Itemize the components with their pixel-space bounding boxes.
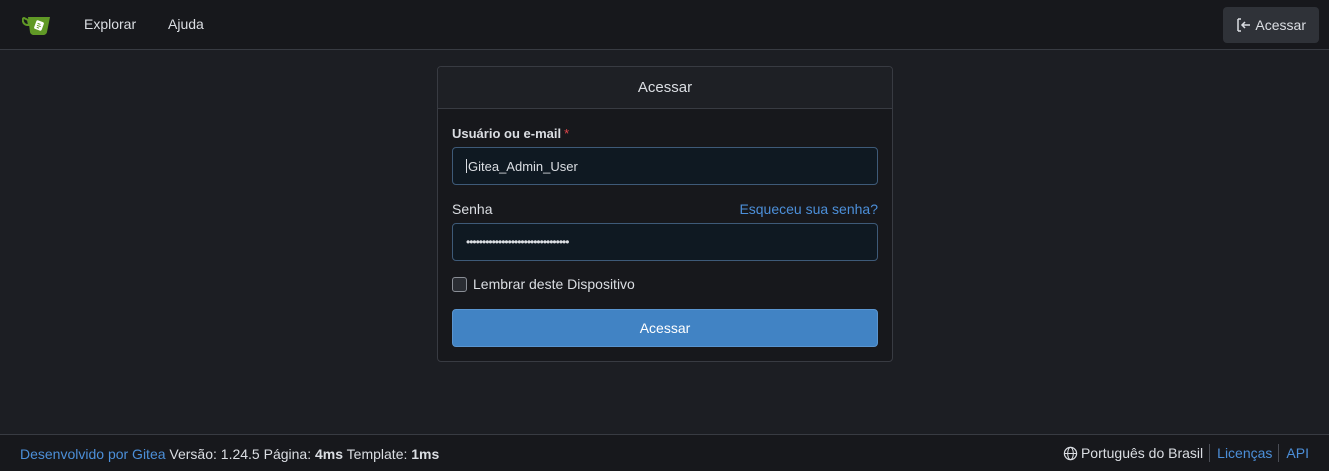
remember-checkbox[interactable] — [452, 276, 467, 292]
nav-help-link[interactable]: Ajuda — [168, 16, 204, 32]
template-time-value: 1ms — [411, 446, 440, 462]
login-card: Acessar Usuário ou e-mail * Gitea_Admin_U… — [437, 66, 893, 362]
globe-icon — [1063, 446, 1078, 460]
template-time-label: Template: — [346, 446, 408, 462]
powered-by-link[interactable]: Desenvolvido por Gitea — [20, 446, 166, 462]
username-value: Gitea_Admin_User — [468, 158, 578, 174]
api-link[interactable]: API — [1286, 445, 1309, 461]
navbar-signin-label: Acessar — [1255, 17, 1306, 33]
licenses-link[interactable]: Licenças — [1217, 445, 1278, 461]
page-footer: Desenvolvido por Gitea Versão: 1.24.5 Pá… — [0, 434, 1329, 471]
top-navbar: Explorar Ajuda Acessar — [0, 0, 1329, 50]
footer-divider — [1209, 444, 1211, 462]
version-value: 1.24.5 — [220, 446, 260, 462]
nav-explore-link[interactable]: Explorar — [84, 16, 136, 32]
footer-divider — [1278, 444, 1280, 462]
password-label: Senha — [452, 201, 493, 217]
username-label: Usuário ou e-mail * — [452, 126, 570, 141]
page-time-label: Página: — [263, 446, 312, 462]
forgot-password-link[interactable]: Esqueceu sua senha? — [739, 201, 878, 217]
navbar-signin-button[interactable]: Acessar — [1223, 7, 1319, 43]
version-label: Versão: — [169, 446, 217, 462]
language-selector[interactable]: Português do Brasil — [1063, 445, 1209, 461]
footer-links: Português do Brasil Licenças API — [1063, 444, 1309, 462]
remember-label: Lembrar deste Dispositivo — [473, 276, 635, 292]
remember-device[interactable]: Lembrar deste Dispositivo — [452, 276, 635, 292]
username-input[interactable]: Gitea_Admin_User — [452, 147, 878, 185]
password-input[interactable]: •••••••••••••••••••••••••••••••• — [452, 223, 878, 261]
gitea-logo-icon[interactable] — [21, 12, 54, 38]
required-mark: * — [564, 126, 570, 141]
signin-submit-button[interactable]: Acessar — [452, 309, 878, 347]
sign-in-icon — [1237, 18, 1251, 32]
login-card-title: Acessar — [438, 67, 892, 109]
password-value: •••••••••••••••••••••••••••••••• — [466, 235, 569, 249]
text-caret — [466, 159, 467, 173]
page-time-value: 4ms — [315, 446, 344, 462]
language-label: Português do Brasil — [1080, 445, 1204, 461]
footer-info: Desenvolvido por Gitea Versão: 1.24.5 Pá… — [20, 446, 439, 462]
